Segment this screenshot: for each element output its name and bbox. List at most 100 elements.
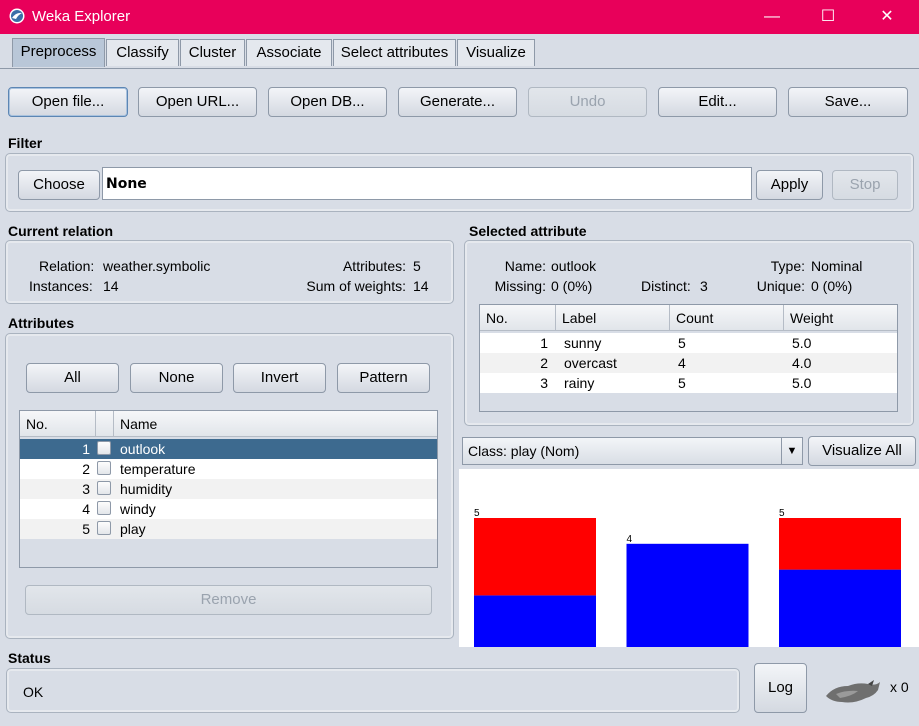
generate-button[interactable]: Generate... <box>398 87 517 117</box>
apply-filter-button[interactable]: Apply <box>756 170 823 200</box>
attribute-name-value: outlook <box>551 258 597 274</box>
relation-value: weather.symbolic <box>103 258 211 274</box>
label-row-sunny[interactable]: 1 sunny 5 5.0 <box>480 333 897 353</box>
label-row-rainy[interactable]: 3 rainy 5 5.0 <box>480 373 897 393</box>
missing-label: Missing: <box>494 278 546 294</box>
visualize-all-button[interactable]: Visualize All <box>808 436 916 466</box>
tab-associate[interactable]: Associate <box>246 39 332 66</box>
attribute-row-temperature[interactable]: 2 temperature <box>20 459 437 479</box>
tab-select-attributes[interactable]: Select attributes <box>333 39 456 66</box>
column-header-weight[interactable]: Weight <box>784 305 897 331</box>
bar-sunny-segment-0 <box>474 595 596 647</box>
window-title: Weka Explorer <box>32 8 131 25</box>
instances-value: 14 <box>103 278 119 294</box>
column-header-label[interactable]: Label <box>556 305 670 331</box>
close-button[interactable]: ✕ <box>864 0 910 34</box>
column-header-checkbox[interactable] <box>96 411 114 437</box>
attribute-name: outlook <box>120 441 166 457</box>
remove-attributes-button[interactable]: Remove <box>25 585 432 615</box>
instances-label: Instances: <box>29 278 93 294</box>
distinct-label: Distinct: <box>641 278 691 294</box>
save-button[interactable]: Save... <box>788 87 908 117</box>
title-bar[interactable]: Weka Explorer — ☐ ✕ <box>0 0 919 34</box>
select-none-button[interactable]: None <box>130 363 223 393</box>
label-no: 3 <box>540 375 548 391</box>
attribute-name: temperature <box>120 461 196 477</box>
attribute-checkbox[interactable] <box>97 441 111 455</box>
invert-selection-button[interactable]: Invert <box>233 363 326 393</box>
filter-text-field[interactable]: None <box>102 167 752 200</box>
column-header-name[interactable]: Name <box>114 411 437 437</box>
column-header-count[interactable]: Count <box>670 305 784 331</box>
select-all-button[interactable]: All <box>26 363 119 393</box>
selected-attribute-title: Selected attribute <box>469 223 587 239</box>
tab-bar: Preprocess Classify Cluster Associate Se… <box>0 34 919 69</box>
relation-label: Relation: <box>39 258 95 274</box>
attribute-name: humidity <box>120 481 173 497</box>
edit-button[interactable]: Edit... <box>658 87 777 117</box>
label-count: 5 <box>678 375 686 391</box>
attribute-no: 1 <box>82 441 90 457</box>
attribute-no: 4 <box>82 501 90 517</box>
status-title: Status <box>8 650 51 666</box>
attribute-checkbox[interactable] <box>97 461 111 475</box>
open-db-button[interactable]: Open DB... <box>268 87 387 117</box>
weka-explorer-window: Weka Explorer — ☐ ✕ Preprocess Classify … <box>0 0 919 726</box>
attribute-name-label: Name: <box>504 258 546 274</box>
class-selector-dropdown[interactable]: Class: play (Nom) ▼ <box>462 437 803 465</box>
attribute-name: play <box>120 521 146 537</box>
column-header-no[interactable]: No. <box>480 305 556 331</box>
bar-rainy-segment-0 <box>779 569 901 647</box>
undo-button[interactable]: Undo <box>528 87 647 117</box>
maximize-button[interactable]: ☐ <box>805 0 851 34</box>
label-no: 2 <box>540 355 548 371</box>
column-header-no[interactable]: No. <box>20 411 96 437</box>
log-button[interactable]: Log <box>754 663 807 713</box>
open-file-button[interactable]: Open file... <box>8 87 128 117</box>
label-name: sunny <box>564 335 602 351</box>
tab-cluster[interactable]: Cluster <box>180 39 245 66</box>
current-relation-title: Current relation <box>8 223 114 239</box>
weka-bird-icon <box>9 8 25 24</box>
bar-count-label-overcast: 4 <box>627 534 633 545</box>
minimize-button[interactable]: — <box>749 0 795 34</box>
type-label: Type: <box>770 258 805 274</box>
class-histogram[interactable]: 5 4 5 <box>459 469 919 647</box>
label-weight: 4.0 <box>792 355 812 371</box>
weka-bird-status-icon[interactable] <box>824 678 884 706</box>
tab-preprocess[interactable]: Preprocess <box>12 38 105 67</box>
open-url-button[interactable]: Open URL... <box>138 87 257 117</box>
attribute-checkbox[interactable] <box>97 521 111 535</box>
bar-rainy-segment-1 <box>779 518 901 570</box>
attribute-checkbox[interactable] <box>97 501 111 515</box>
attribute-row-humidity[interactable]: 3 humidity <box>20 479 437 499</box>
tab-classify[interactable]: Classify <box>106 39 179 66</box>
attributes-title: Attributes <box>8 315 75 331</box>
type-value: Nominal <box>811 258 863 274</box>
task-count: x 0 <box>890 679 909 695</box>
label-weight: 5.0 <box>792 335 812 351</box>
label-name: overcast <box>564 355 617 371</box>
label-row-overcast[interactable]: 2 overcast 4 4.0 <box>480 353 897 373</box>
label-count: 5 <box>678 335 686 351</box>
attribute-row-outlook[interactable]: 1 outlook <box>20 439 437 459</box>
label-name: rainy <box>564 375 595 391</box>
label-no: 1 <box>540 335 548 351</box>
choose-filter-button[interactable]: Choose <box>18 170 100 200</box>
bar-count-label-rainy: 5 <box>779 508 785 519</box>
attribute-row-play[interactable]: 5 play <box>20 519 437 539</box>
attributes-table: No. Name 1 outlook 2 temperature 3 humid… <box>19 410 438 568</box>
attributes-count-label: Attributes: <box>342 258 406 274</box>
pattern-selection-button[interactable]: Pattern <box>337 363 430 393</box>
attribute-row-windy[interactable]: 4 windy <box>20 499 437 519</box>
filter-title: Filter <box>8 135 43 151</box>
missing-value: 0 (0%) <box>551 278 593 294</box>
attribute-name: windy <box>120 501 156 517</box>
attributes-count-value: 5 <box>413 258 421 274</box>
stop-filter-button[interactable]: Stop <box>832 170 898 200</box>
label-counts-table: No. Label Count Weight 1 sunny 5 5.0 2 o… <box>479 304 898 412</box>
chevron-down-icon[interactable]: ▼ <box>781 438 802 464</box>
attribute-checkbox[interactable] <box>97 481 111 495</box>
tab-visualize[interactable]: Visualize <box>457 39 535 66</box>
bar-sunny-segment-1 <box>474 518 596 596</box>
